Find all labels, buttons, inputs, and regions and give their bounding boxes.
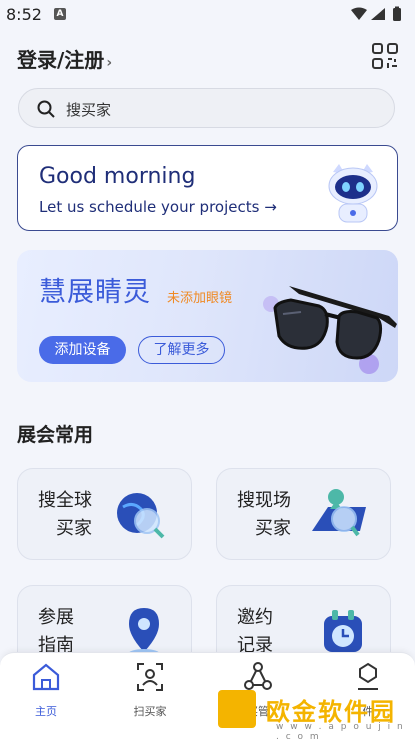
tab-home[interactable]: 主页 bbox=[6, 661, 86, 723]
status-time: 8:52 bbox=[6, 5, 42, 24]
top-header: 登录/注册 › bbox=[0, 32, 415, 80]
tab-label: 扫买家 bbox=[133, 705, 167, 718]
onsite-search-icon bbox=[312, 489, 366, 537]
home-icon bbox=[32, 663, 60, 691]
add-device-button[interactable]: 添加设备 bbox=[39, 336, 126, 364]
scan-person-icon bbox=[137, 663, 163, 691]
search-bar[interactable]: 搜买家 bbox=[18, 88, 395, 128]
login-label: 登录/注册 bbox=[17, 48, 105, 72]
card-label: 搜全球 买家 bbox=[38, 490, 92, 539]
qr-scan-icon[interactable] bbox=[371, 42, 399, 70]
robot-mascot-icon bbox=[328, 164, 378, 223]
hero-status: 未添加眼镜 bbox=[167, 291, 233, 306]
wifi-battery-icon bbox=[351, 6, 401, 21]
watermark: 欧金软件园 w w w . a p o u j i n . c o m bbox=[218, 690, 413, 739]
globe-search-icon bbox=[117, 493, 165, 539]
search-icon bbox=[37, 100, 55, 118]
greeting-title: Good morning bbox=[39, 164, 196, 189]
tab-scan-buyers[interactable]: 扫买家 bbox=[110, 661, 190, 723]
app-notification-icon: A bbox=[54, 8, 66, 20]
search-global-buyers-card[interactable]: 搜全球 买家 bbox=[17, 468, 192, 560]
hero-title: 慧展睛灵 bbox=[39, 277, 151, 308]
search-placeholder: 搜买家 bbox=[66, 101, 112, 119]
learn-more-button[interactable]: 了解更多 bbox=[138, 336, 225, 364]
chevron-right-icon: › bbox=[106, 55, 113, 71]
section-title: 展会常用 bbox=[17, 424, 94, 446]
user-icon bbox=[358, 662, 378, 690]
card-label: 搜现场 买家 bbox=[237, 490, 291, 539]
watermark-url: w w w . a p o u j i n . c o m bbox=[276, 722, 405, 739]
search-onsite-buyers-card[interactable]: 搜现场 买家 bbox=[216, 468, 391, 560]
watermark-logo bbox=[218, 690, 256, 728]
tab-label: 主页 bbox=[35, 705, 57, 718]
greeting-subtitle: Let us schedule your projects → bbox=[39, 198, 277, 216]
smart-glasses-banner: 慧展睛灵 未添加眼镜 添加设备 了解更多 bbox=[17, 250, 398, 382]
network-icon bbox=[244, 662, 272, 690]
status-bar: 8:52 A bbox=[0, 0, 415, 30]
greeting-card[interactable]: Good morning Let us schedule your projec… bbox=[17, 145, 398, 231]
login-register-link[interactable]: 登录/注册 › bbox=[17, 44, 112, 73]
smart-glasses-icon bbox=[263, 286, 397, 374]
